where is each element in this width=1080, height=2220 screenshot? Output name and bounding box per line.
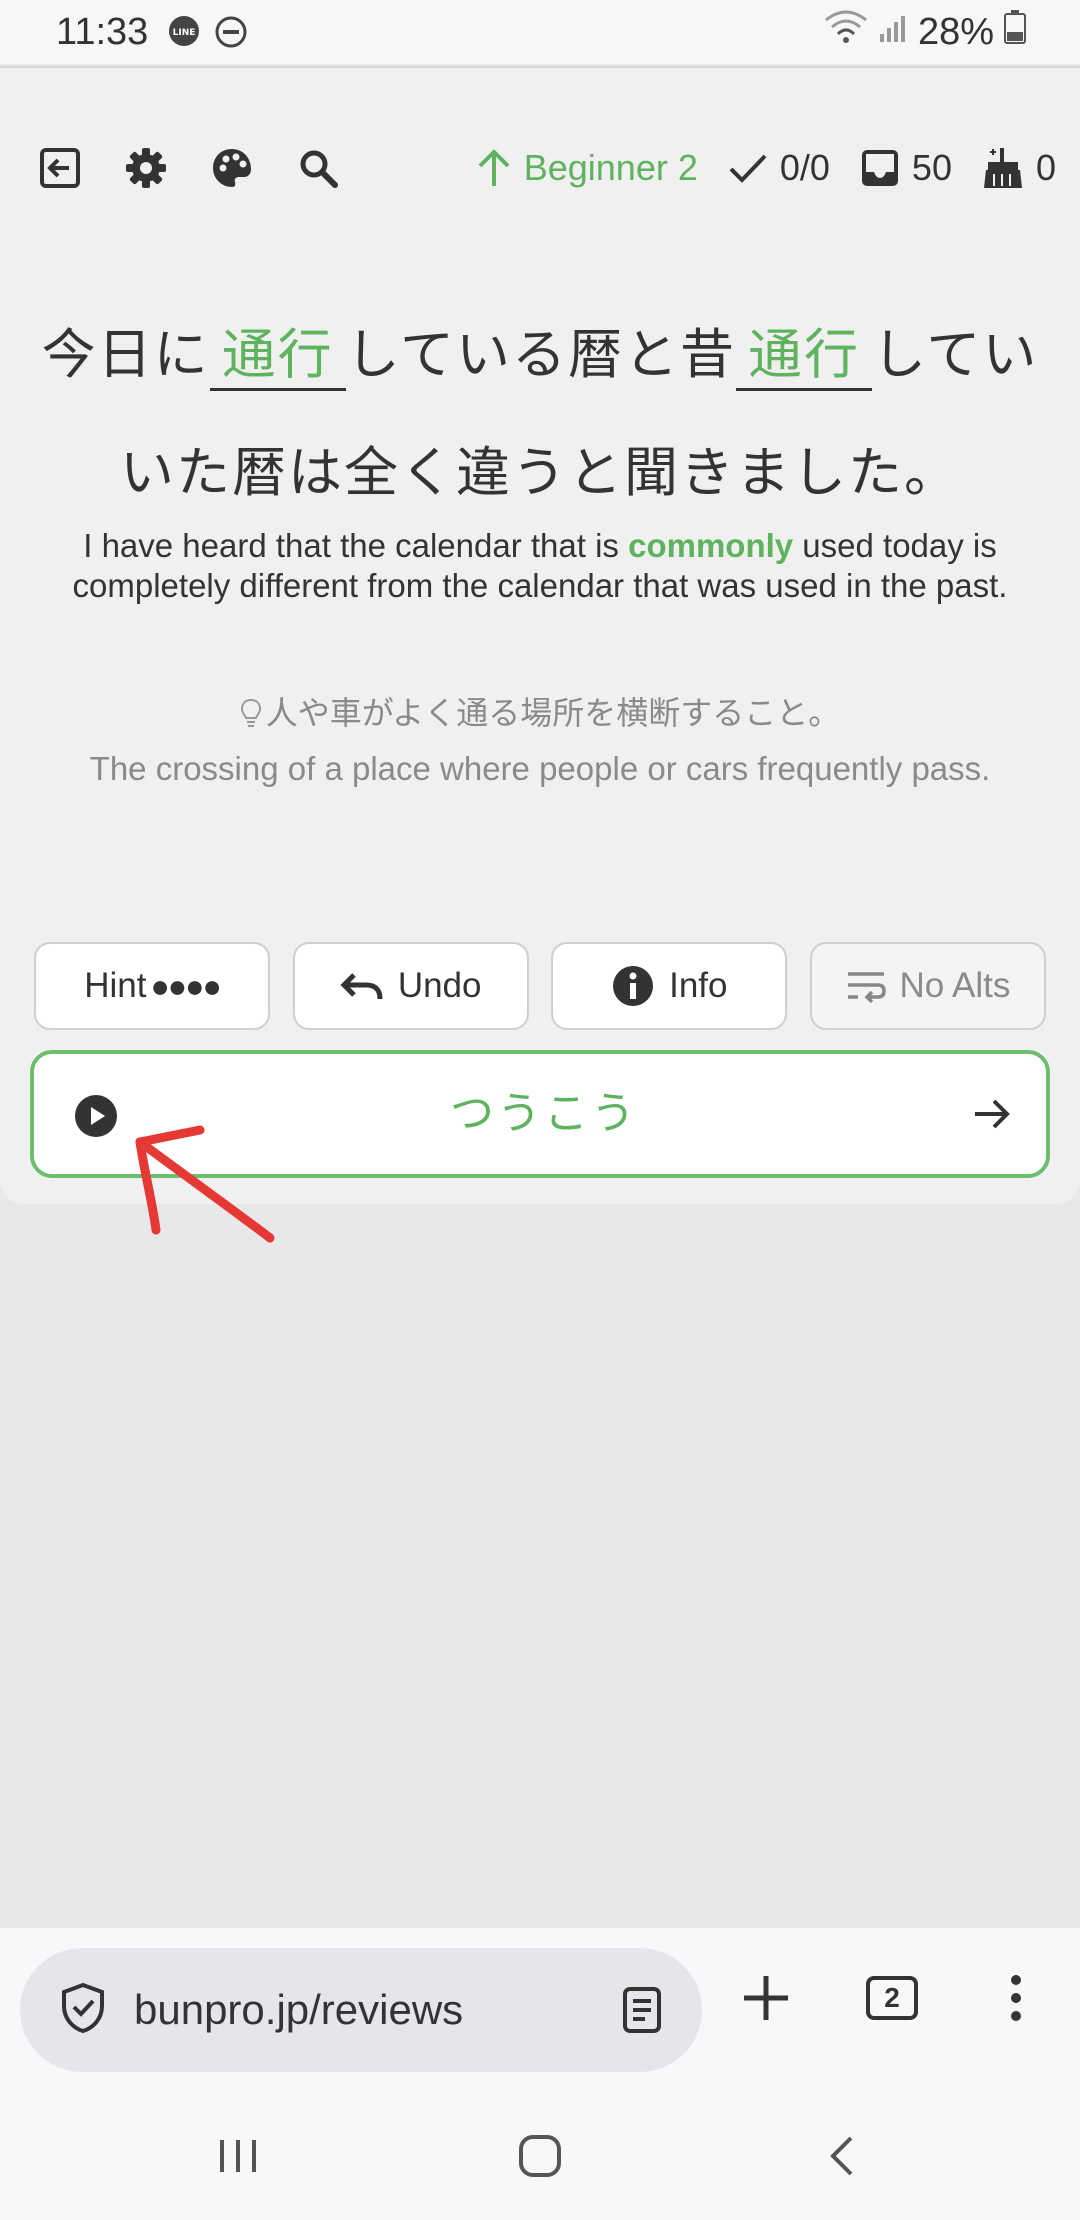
home-icon[interactable] <box>510 2126 570 2186</box>
reviews-value: 50 <box>911 147 952 188</box>
hint-english: The crossing of a place where people or … <box>89 750 991 787</box>
undo-button[interactable]: Undo <box>292 942 529 1030</box>
wrap-text-icon <box>847 972 886 1003</box>
no-alts-button[interactable]: No Alts <box>809 942 1046 1030</box>
info-button-label: Info <box>669 966 728 1005</box>
shield-check-icon[interactable] <box>60 1982 106 2039</box>
action-buttons: Hint ●●●● Undo Info No Alts <box>34 942 1046 1030</box>
checkmark-icon <box>729 154 767 183</box>
reader-mode-icon[interactable] <box>622 1986 662 2039</box>
no-alts-button-label: No Alts <box>899 966 1011 1005</box>
hint-button[interactable]: Hint ●●●● <box>34 942 270 1030</box>
correct-value: 0/0 <box>779 147 830 188</box>
signal-icon <box>878 11 908 54</box>
english-translation: I have heard that the calendar that is c… <box>40 526 1040 606</box>
question-sentence: 今日に 通行 している暦と昔 通行 してい いた暦は全く違うと聞きました。 <box>30 296 1050 532</box>
tab-count: 2 <box>866 1976 918 2020</box>
status-time: 11:33 <box>56 10 149 53</box>
review-stats: Beginner 2 0/0 50 0 <box>446 128 1056 208</box>
system-nav-bar <box>0 2086 1080 2220</box>
sentence-part-1: 今日に <box>41 325 210 385</box>
reviews-count: 50 <box>860 147 952 189</box>
more-options-icon[interactable] <box>986 1968 1046 2028</box>
sentence-part-3: してい <box>872 325 1039 385</box>
line-app-icon: LINE <box>166 14 202 50</box>
answer-blank-1: 通行 <box>209 322 346 391</box>
answer-blank-2: 通行 <box>736 322 872 391</box>
translation-before: I have heard that the calendar that is <box>83 527 629 564</box>
sentence-part-2: している暦と昔 <box>345 325 736 385</box>
sentence-line-2: いた暦は全く違うと聞きました。 <box>120 443 960 503</box>
tabs-button[interactable]: 2 <box>862 1968 922 2028</box>
inbox-icon <box>861 150 898 186</box>
hint-japanese: 人や車がよく通る場所を横断すること。 <box>40 688 1040 734</box>
browser-toolbar: bunpro.jp/reviews 2 <box>0 1928 1080 2086</box>
url-text[interactable]: bunpro.jp/reviews <box>134 1986 463 2034</box>
level-indicator[interactable]: Beginner 2 <box>476 147 698 189</box>
back-icon[interactable] <box>812 2126 872 2186</box>
undo-button-label: Undo <box>397 966 482 1005</box>
undo-icon <box>340 973 383 1000</box>
ghost-count: 0 <box>982 146 1056 190</box>
ghost-value: 0 <box>1035 147 1056 188</box>
battery-icon <box>1004 10 1026 54</box>
level-label: Beginner 2 <box>523 147 698 188</box>
gear-icon[interactable] <box>124 146 168 190</box>
address-bar[interactable]: bunpro.jp/reviews <box>20 1948 702 2072</box>
translation-highlight: commonly <box>628 527 794 564</box>
lightbulb-icon <box>240 698 261 727</box>
search-icon[interactable] <box>296 146 340 190</box>
hint-japanese-text: 人や車がよく通る場所を横断すること。 <box>265 695 841 731</box>
submit-arrow-icon[interactable] <box>972 1094 1016 1138</box>
answer-input[interactable]: つうこう <box>30 1050 1050 1178</box>
svg-text:LINE: LINE <box>173 28 196 38</box>
hint-dots: ●●●● <box>150 967 221 1004</box>
play-audio-icon[interactable] <box>74 1094 118 1138</box>
broom-icon <box>983 148 1022 188</box>
info-button[interactable]: Info <box>551 942 788 1030</box>
exit-icon[interactable] <box>38 146 82 190</box>
correct-count: 0/0 <box>728 147 830 189</box>
review-card: Beginner 2 0/0 50 0 今日に 通行 している暦と昔 通行 してい いた… <box>0 66 1080 1204</box>
status-bar: 11:33 LINE 28% <box>0 0 1080 64</box>
arrow-up-icon <box>478 149 510 186</box>
new-tab-icon[interactable] <box>736 1968 796 2028</box>
do-not-disturb-icon <box>214 15 248 49</box>
wifi-icon <box>824 10 868 54</box>
palette-icon[interactable] <box>210 146 254 190</box>
answer-value[interactable]: つうこう <box>174 1054 914 1174</box>
info-icon <box>613 966 654 1006</box>
recent-apps-icon[interactable] <box>208 2126 268 2186</box>
battery-percent: 28% <box>917 10 994 53</box>
hint-button-label: Hint <box>84 966 147 1005</box>
